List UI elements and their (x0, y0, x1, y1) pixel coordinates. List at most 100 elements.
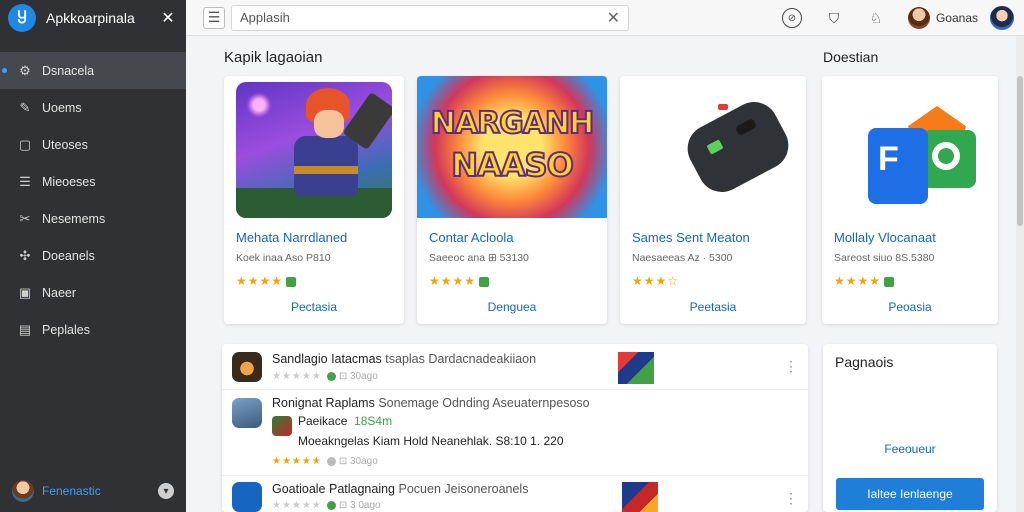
app-icon (232, 482, 262, 512)
user-name[interactable]: Goanas (936, 11, 978, 25)
app-name[interactable]: Sames Sent Meaton (632, 230, 750, 245)
close-icon[interactable]: ✕ (158, 8, 178, 28)
app-logo-artwork: F (834, 82, 986, 218)
window-icon: ▢ (18, 136, 32, 152)
card-action-button[interactable]: Denguea (417, 300, 607, 314)
app-card[interactable]: NARGANH NAASO Contar Acloola Saeeoc ana … (417, 76, 607, 324)
avatar (12, 480, 34, 502)
sidebar-item-label: Uoems (42, 100, 82, 115)
sidebar-header: Ⴘ Apkkoarpinala ✕ (0, 0, 186, 36)
section-title: Kapik lagaoian (224, 49, 323, 66)
card-action-button[interactable]: Pectasia (224, 300, 404, 314)
side-panel-link[interactable]: Feeoueur (823, 442, 997, 456)
sidebar-item-label: Mieoeses (42, 174, 96, 189)
app-card[interactable]: Sames Sent Meaton Naesaeeas Az · 5300 ★★… (620, 76, 806, 324)
rating-value: ★★★★ (834, 274, 882, 288)
sidebar-item-1[interactable]: ✎ Uoems (0, 89, 186, 126)
list-item-meta: ★★★★★ ⊡ 30ago (272, 456, 378, 467)
rating-stars: ★★★★ (236, 274, 297, 288)
sidebar-item-label: Nesemems (42, 211, 106, 226)
close-icon[interactable]: ✕ (607, 8, 620, 28)
avatar[interactable] (907, 7, 930, 29)
gear-icon: ⚙ (19, 62, 31, 78)
rating-stars: ★★★☆ (632, 274, 680, 288)
rating-stars: ★★★★ (429, 274, 490, 288)
sidebar-item-0[interactable]: ⚙ Dsnacela (0, 52, 186, 89)
app-name[interactable]: Contar Acloola (429, 230, 514, 245)
profile-avatar[interactable] (990, 6, 1014, 30)
list-item-title[interactable]: Goatioale Patlagnaing Pocuen Jeisoneroan… (272, 482, 528, 496)
screenshot-thumbnail[interactable] (618, 352, 654, 384)
book-icon: ▤ (18, 321, 32, 337)
app-subtitle: Naesaeeas Az · 5300 (632, 252, 733, 264)
sidebar-item-2[interactable]: ▢ Uteoses (0, 126, 186, 163)
scrollbar[interactable] (1016, 36, 1024, 512)
rating-value: ★★★★ (236, 274, 284, 288)
app-icon (232, 398, 262, 428)
sidebar-item-label: Naeer (42, 285, 77, 300)
list-item-meta: ★★★★★ ⊡ 3 0ago (272, 500, 381, 511)
side-panel-title: Pagnaois (835, 354, 894, 370)
primary-action-button[interactable]: Ialtee Ienlaenge (836, 478, 984, 510)
list-item-title[interactable]: Sandlagio Iatacmas tsaplas Dardacnadeaki… (272, 352, 536, 366)
sidebar-item-label: Peplales (42, 322, 90, 337)
screenshot-thumbnail[interactable] (622, 482, 658, 512)
app-card[interactable]: Mehata Narrdlaned Koek inaa Aso P810 ★★★… (224, 76, 404, 324)
app-icon (232, 352, 262, 382)
filter-icon[interactable]: ⛉ (824, 8, 844, 28)
sidebar: Ⴘ Apkkoarpinala ✕ ⚙ Dsnacela ✎ Uoems ▢ U… (0, 0, 186, 512)
list-item-sub: Paeikace 18S4m (298, 414, 393, 428)
compass-icon[interactable]: ⊘ (781, 8, 802, 28)
app-title: Apkkoarpinala (46, 10, 135, 26)
rating-value: ★★★★ (429, 274, 477, 288)
sidebar-item-4[interactable]: ✂ Nesemems (0, 200, 186, 237)
menu-button[interactable]: ☰ (203, 6, 225, 29)
app-name[interactable]: Mollaly Vlocanaat (834, 230, 936, 245)
top-actions: ⊘ ⛉ ♘ Goanas (781, 0, 1024, 36)
list-item[interactable]: Goatioale Patlagnaing Pocuen Jeisoneroan… (222, 476, 808, 512)
scrollbar-thumb[interactable] (1017, 76, 1023, 226)
gamepad-icon: ▣ (18, 284, 32, 300)
sidebar-nav: ⚙ Dsnacela ✎ Uoems ▢ Uteoses ☰ Mieoeses … (0, 52, 186, 348)
app-subtitle: Koek inaa Aso P810 (236, 252, 331, 264)
more-icon[interactable]: ⋮ (784, 358, 798, 375)
sidebar-item-label: Doeanels (42, 248, 95, 263)
artwork-title: NARGANH (430, 105, 595, 142)
search-box: ✕ (231, 4, 629, 31)
app-icon (272, 416, 292, 436)
side-panel: Pagnaois Feeoueur Ialtee Ienlaenge (823, 344, 997, 512)
list-item-detail: Moeakngelas Kiam Hold Neanehlak. S8:10 1… (298, 434, 564, 448)
gamepad-artwork (632, 82, 794, 218)
sidebar-item-5[interactable]: ✣ Doeanels (0, 237, 186, 274)
main-content: Kapik lagaoian Doestian Mehata Narrdlane… (186, 36, 1024, 512)
list-item[interactable]: Sandlagio Iatacmas tsaplas Dardacnadeaki… (222, 344, 808, 390)
sidebar-item-label: Uteoses (42, 137, 88, 152)
sidebar-item-label: Dsnacela (42, 63, 95, 78)
sidebar-item-7[interactable]: ▤ Peplales (0, 311, 186, 348)
rating-stars: ★★★★ (834, 274, 895, 288)
list-icon: ☰ (19, 173, 31, 189)
sidebar-user[interactable]: Fenenastic ▾ (0, 470, 186, 512)
bell-icon[interactable]: ♘ (866, 8, 886, 28)
app-card[interactable]: F Mollaly Vlocanaat Sareost siuo 8S.5380… (822, 76, 998, 324)
sidebar-item-3[interactable]: ☰ Mieoeses (0, 163, 186, 200)
search-input[interactable] (240, 10, 607, 25)
pen-icon: ✎ (19, 99, 31, 115)
list-item-title[interactable]: Ronignat Raplams Sonemage Odnding Aseuat… (272, 396, 590, 410)
sidebar-item-6[interactable]: ▣ Naeer (0, 274, 186, 311)
badge-icon (884, 276, 895, 287)
card-action-button[interactable]: Peoasia (822, 300, 998, 314)
app-subtitle: Sareost siuo 8S.5380 (834, 252, 935, 264)
puzzle-icon: ✣ (19, 247, 31, 263)
app-name[interactable]: Mehata Narrdlaned (236, 230, 347, 245)
list-item[interactable]: Ronignat Raplams Sonemage Odnding Aseuat… (222, 390, 808, 476)
artwork-subtitle: NAASO (450, 145, 575, 185)
card-action-button[interactable]: Peetasia (620, 300, 806, 314)
app-logo-icon: Ⴘ (8, 4, 36, 32)
chevron-down-icon[interactable]: ▾ (158, 483, 174, 499)
wrench-icon: ✂ (19, 210, 31, 226)
app-artwork (236, 82, 392, 218)
badge-icon (286, 276, 297, 287)
more-icon[interactable]: ⋮ (784, 490, 798, 507)
app-artwork: NARGANH NAASO (417, 76, 607, 218)
